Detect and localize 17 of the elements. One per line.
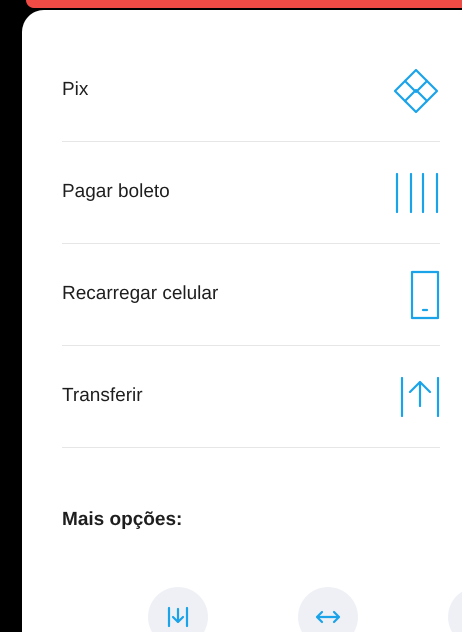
swap-arrows-icon <box>315 610 341 624</box>
action-row[interactable]: Pagar boleto <box>62 142 440 244</box>
section-title: Mais opções: <box>62 508 184 532</box>
action-row[interactable]: Transferir <box>62 346 440 448</box>
phone-icon <box>410 270 440 320</box>
action-row[interactable]: Pix <box>62 40 440 142</box>
action-label: Recarregar celular <box>62 282 218 306</box>
upload-arrow-icon <box>400 376 440 418</box>
action-label: Transferir <box>62 384 143 408</box>
action-row[interactable]: Recarregar celular <box>62 244 440 346</box>
action-label: Pagar boleto <box>62 180 170 204</box>
option-button[interactable] <box>298 586 358 632</box>
action-label: Pix <box>62 78 88 102</box>
option-button[interactable] <box>148 586 208 632</box>
pix-diamond-icon <box>392 66 440 114</box>
barcode-icon <box>394 172 440 214</box>
download-arrow-icon <box>167 606 189 628</box>
